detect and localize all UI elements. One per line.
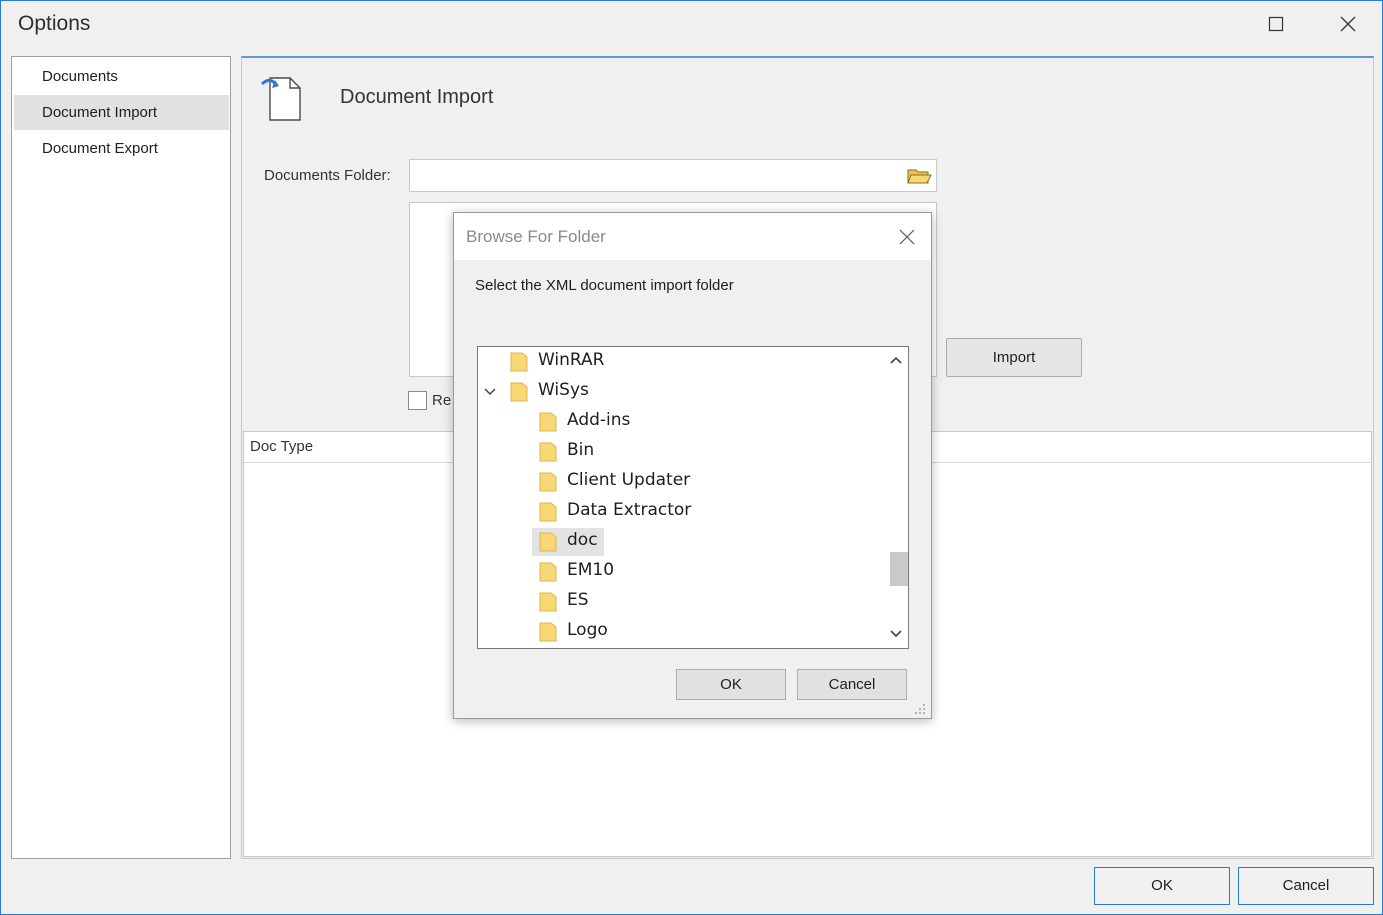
folder-icon	[539, 622, 557, 642]
tree-item[interactable]: WinRAR	[478, 347, 878, 377]
folder-icon	[539, 502, 557, 522]
tree-item-label: EM10	[567, 560, 615, 580]
folder-icon	[539, 562, 557, 582]
folder-icon	[539, 472, 557, 492]
tree-item-label: Add-ins	[567, 410, 631, 430]
nav-item-documents[interactable]: Documents	[14, 59, 229, 94]
dialog-ok-button[interactable]: OK	[676, 669, 786, 700]
browse-folder-dialog: Browse For Folder Select the XML documen…	[453, 212, 932, 719]
scrollbar-thumb[interactable]	[890, 552, 908, 586]
document-import-icon	[260, 77, 301, 121]
nav-item-document-export[interactable]: Document Export	[14, 131, 229, 166]
close-icon	[1340, 16, 1356, 32]
tree-item-selected[interactable]: doc	[478, 527, 878, 557]
folder-icon	[539, 442, 557, 462]
window-title: Options	[18, 12, 91, 35]
folder-icon	[539, 532, 557, 552]
tree-item[interactable]: WiSys	[478, 377, 878, 407]
dialog-title-bar: Browse For Folder	[454, 213, 931, 260]
tree-item[interactable]: Client Updater	[478, 467, 878, 497]
tree-item[interactable]: EM10	[478, 557, 878, 587]
tree-item[interactable]: Bin	[478, 437, 878, 467]
dialog-title: Browse For Folder	[466, 227, 606, 246]
documents-folder-label: Documents Folder:	[264, 167, 391, 184]
page-title: Document Import	[340, 86, 494, 108]
tree-item[interactable]: Data Extractor	[478, 497, 878, 527]
options-window: Options Documents Document Import Docume…	[0, 0, 1383, 915]
ok-button[interactable]: OK	[1094, 867, 1230, 905]
cancel-button[interactable]: Cancel	[1238, 867, 1374, 905]
tree-item-label: Logo	[567, 620, 608, 640]
import-button[interactable]: Import	[946, 338, 1082, 377]
tree-item[interactable]: Add-ins	[478, 407, 878, 437]
folder-icon	[510, 382, 528, 402]
close-button[interactable]	[1328, 9, 1368, 39]
tree-item-label: Client Updater	[567, 470, 691, 490]
nav-item-document-import[interactable]: Document Import	[14, 95, 229, 130]
folder-icon	[539, 592, 557, 612]
dialog-cancel-button[interactable]: Cancel	[797, 669, 907, 700]
remove-checkbox[interactable]	[408, 391, 427, 410]
tree-scrollbar[interactable]	[884, 347, 908, 648]
folder-open-icon[interactable]	[906, 165, 932, 187]
tree-item[interactable]: Logo	[478, 617, 878, 647]
resize-grip-icon[interactable]	[913, 702, 927, 716]
tree-item-label: WiSys	[538, 380, 589, 400]
dialog-close-button[interactable]	[894, 224, 920, 250]
scroll-up-icon[interactable]	[888, 352, 904, 368]
close-icon	[899, 229, 915, 245]
options-nav: Documents Document Import Document Expor…	[11, 56, 231, 859]
maximize-button[interactable]	[1256, 9, 1296, 39]
folder-icon	[510, 352, 528, 372]
title-bar: Options	[1, 1, 1382, 47]
folder-icon	[539, 412, 557, 432]
maximize-icon	[1268, 16, 1284, 32]
tree-item-label: ES	[567, 590, 589, 610]
dialog-instruction: Select the XML document import folder	[475, 277, 734, 294]
grid-column-doc-type[interactable]: Doc Type	[250, 438, 313, 455]
tree-item-label: Bin	[567, 440, 595, 460]
scroll-down-icon[interactable]	[888, 626, 904, 642]
folder-tree[interactable]: WinRAR WiSys Add-ins Bin Client Updater	[477, 346, 909, 649]
tree-item[interactable]: ES	[478, 587, 878, 617]
tree-item-label: WinRAR	[538, 350, 605, 370]
chevron-down-icon[interactable]	[482, 384, 498, 400]
remove-checkbox-label: Re	[432, 392, 452, 409]
documents-folder-input[interactable]	[409, 159, 937, 192]
tree-item-label: Data Extractor	[567, 500, 692, 520]
tree-item-label: doc	[567, 530, 598, 550]
